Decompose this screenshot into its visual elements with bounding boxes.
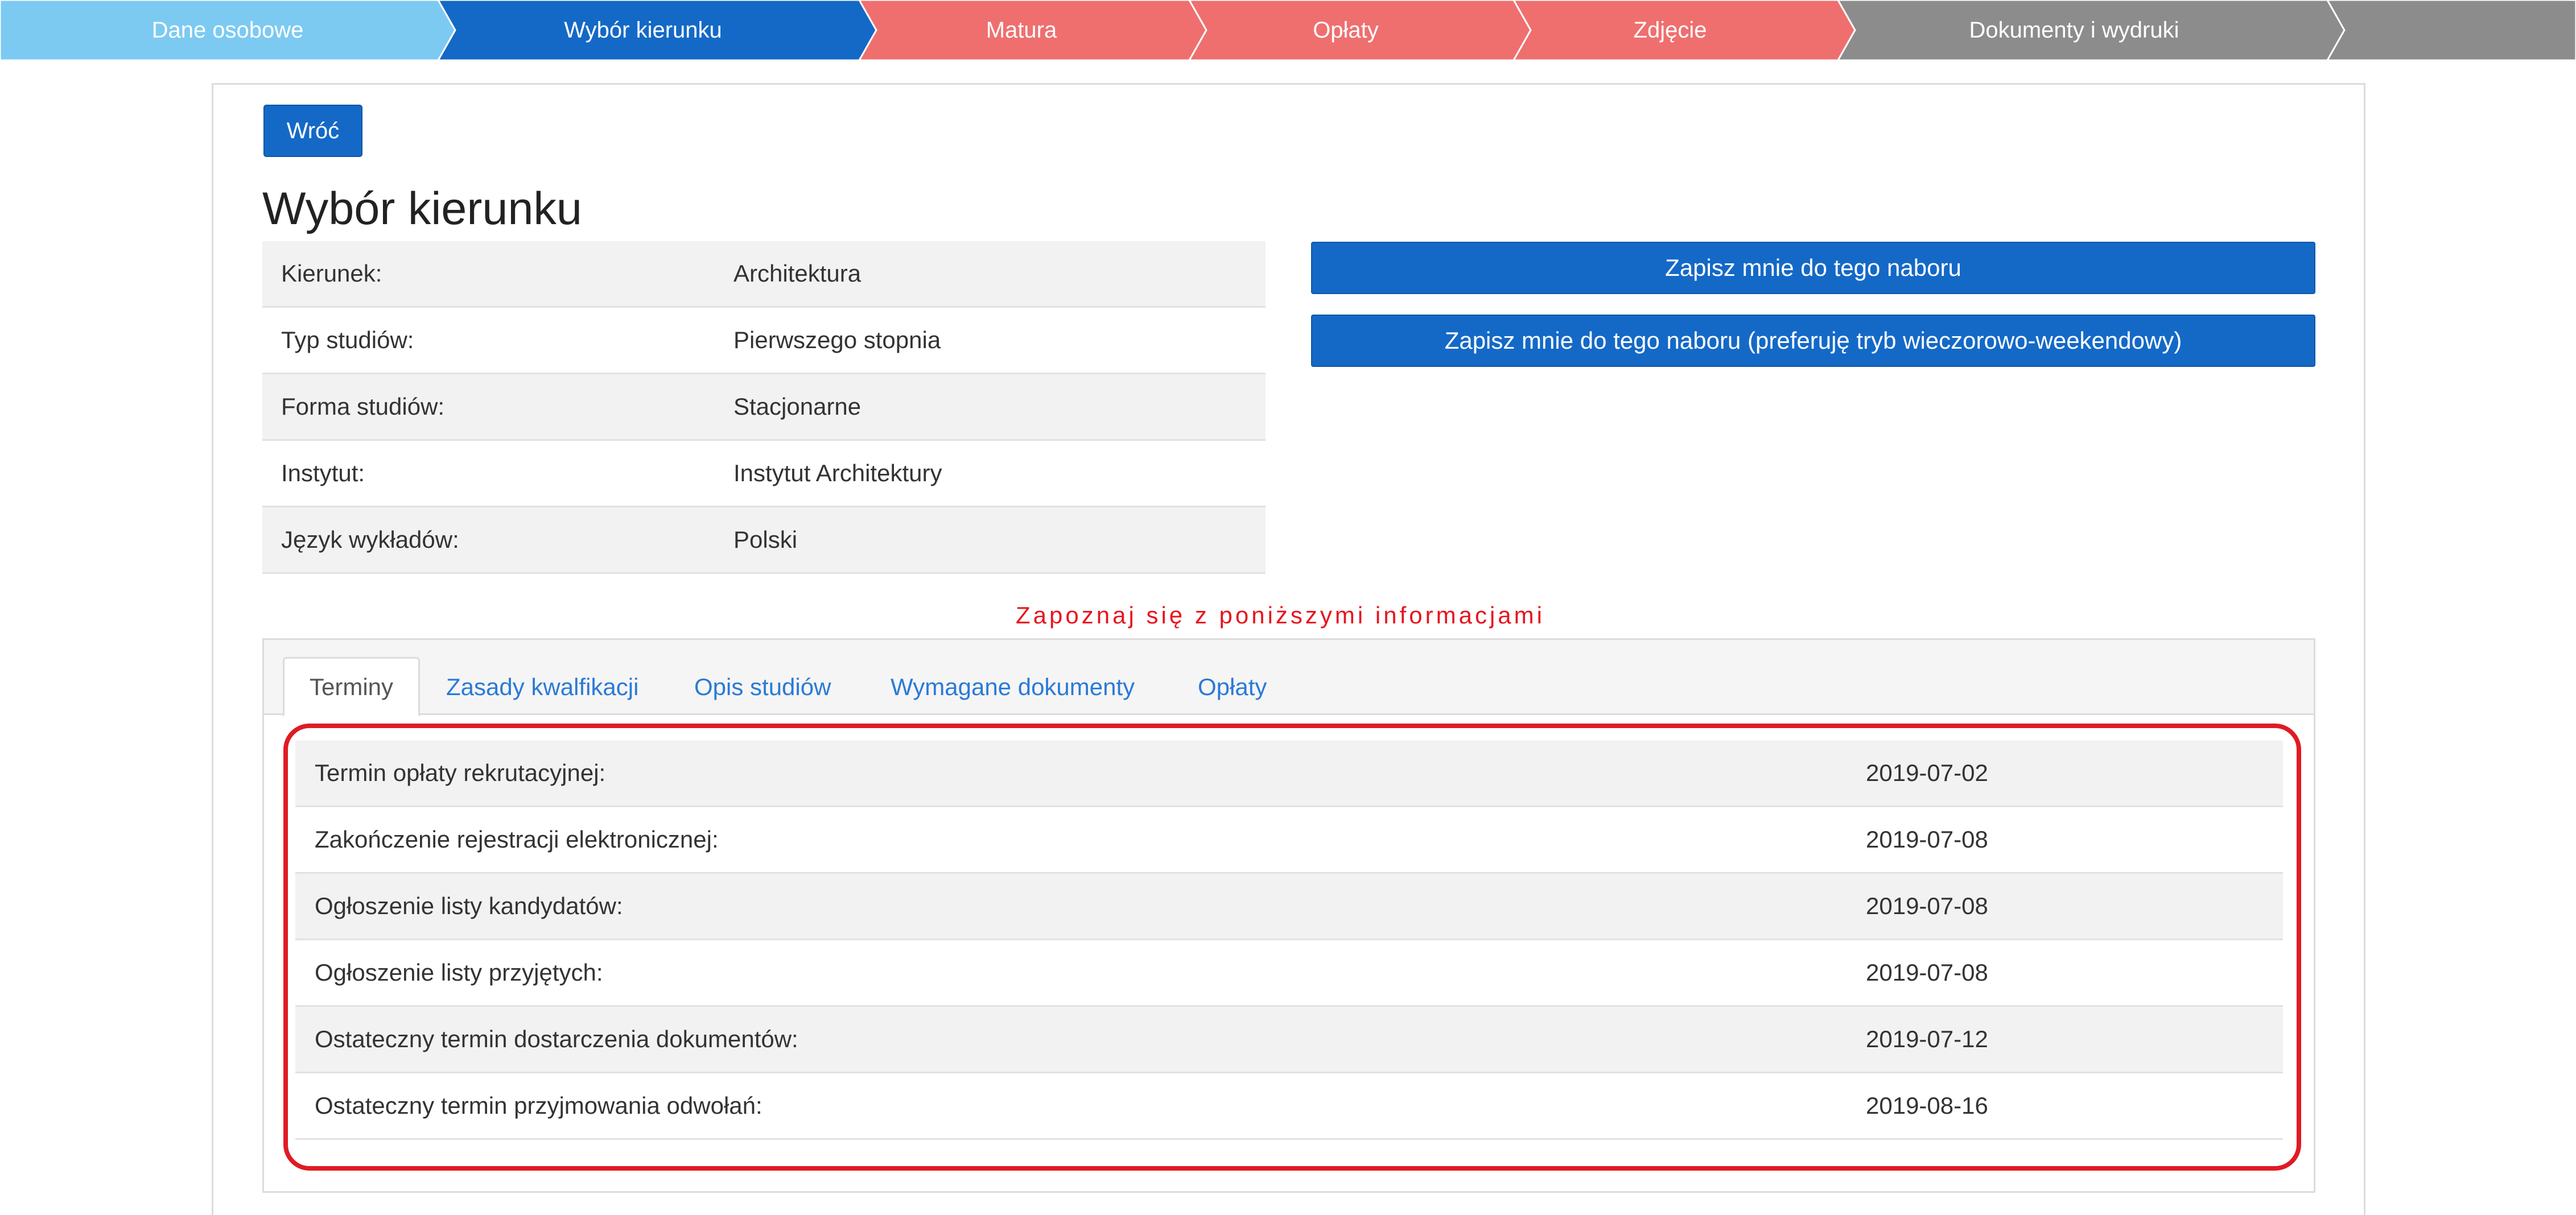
date-value: 2019-07-08 bbox=[1866, 892, 1988, 919]
date-value: 2019-07-02 bbox=[1866, 759, 1988, 786]
info-key: Instytut: bbox=[281, 460, 365, 486]
info-key: Kierunek: bbox=[281, 260, 382, 287]
info-value: Architektura bbox=[733, 260, 862, 287]
info-row-course: Kierunek: Architektura bbox=[262, 241, 1266, 308]
date-label: Ostateczny termin dostarczenia dokumentó… bbox=[315, 1026, 798, 1052]
back-button[interactable]: Wróć bbox=[263, 105, 362, 157]
date-label: Ostateczny termin przyjmowania odwołań: bbox=[315, 1092, 763, 1119]
info-value: Polski bbox=[733, 526, 798, 553]
tabs-card: Terminy Zasady kwalfikacji Opis studiów … bbox=[262, 638, 2315, 1193]
info-key: Typ studiów: bbox=[281, 327, 414, 353]
table-row: Zakończenie rejestracji elektronicznej: … bbox=[295, 807, 2283, 874]
step-extra[interactable] bbox=[2333, 0, 2576, 60]
dates-table: Termin opłaty rekrutacyjnej: 2019-07-02 … bbox=[295, 741, 2283, 1140]
table-row: Ostateczny termin dostarczenia dokumentó… bbox=[295, 1007, 2283, 1073]
tab-bar: Terminy Zasady kwalfikacji Opis studiów … bbox=[264, 640, 2314, 717]
table-row: Termin opłaty rekrutacyjnej: 2019-07-02 bbox=[295, 741, 2283, 807]
step-personal-data[interactable]: Dane osobowe bbox=[0, 0, 455, 60]
step-matura[interactable]: Matura bbox=[865, 0, 1178, 60]
info-row-study-type: Typ studiów: Pierwszego stopnia bbox=[262, 308, 1266, 374]
page-title: Wybór kierunku bbox=[262, 183, 582, 234]
info-row-study-form: Forma studiów: Stacjonarne bbox=[262, 374, 1266, 441]
date-value: 2019-07-08 bbox=[1866, 826, 1988, 853]
progress-steps: Dane osobowe Wybór kierunku Matura Opłat… bbox=[0, 0, 2576, 60]
date-value: 2019-07-08 bbox=[1866, 959, 1988, 986]
date-value: 2019-07-12 bbox=[1866, 1026, 1988, 1052]
enroll-button[interactable]: Zapisz mnie do tego naboru bbox=[1311, 242, 2315, 294]
tab-terminy[interactable]: Terminy bbox=[283, 657, 420, 717]
table-row: Ogłoszenie listy kandydatów: 2019-07-08 bbox=[295, 874, 2283, 940]
date-label: Termin opłaty rekrutacyjnej: bbox=[315, 759, 606, 786]
tab-opis-studiow[interactable]: Opis studiów bbox=[694, 657, 831, 717]
date-label: Ogłoszenie listy kandydatów: bbox=[315, 892, 623, 919]
notice-text: Zapoznaj się z poniższymi informacjami bbox=[1016, 602, 1545, 629]
info-key: Język wykładów: bbox=[281, 526, 459, 553]
step-fees[interactable]: Opłaty bbox=[1192, 0, 1499, 60]
info-value: Pierwszego stopnia bbox=[733, 327, 941, 353]
enroll-evening-button[interactable]: Zapisz mnie do tego naboru (preferuję tr… bbox=[1311, 315, 2315, 367]
info-value: Stacjonarne bbox=[733, 393, 862, 420]
date-label: Zakończenie rejestracji elektronicznej: bbox=[315, 826, 719, 853]
tab-oplaty[interactable]: Opłaty bbox=[1198, 657, 1267, 717]
info-value: Instytut Architektury bbox=[733, 460, 942, 486]
tab-wymagane-dokumenty[interactable]: Wymagane dokumenty bbox=[891, 657, 1135, 717]
date-label: Ogłoszenie listy przyjętych: bbox=[315, 959, 603, 986]
table-row: Ostateczny termin przyjmowania odwołań: … bbox=[295, 1073, 2283, 1140]
step-documents[interactable]: Dokumenty i wydruki bbox=[1841, 0, 2307, 60]
date-value: 2019-08-16 bbox=[1866, 1092, 1988, 1119]
table-row: Ogłoszenie listy przyjętych: 2019-07-08 bbox=[295, 940, 2283, 1007]
info-row-language: Język wykładów: Polski bbox=[262, 507, 1266, 574]
info-key: Forma studiów: bbox=[281, 393, 445, 420]
step-photo[interactable]: Zdjęcie bbox=[1519, 0, 1821, 60]
tab-zasady-kwalifikacji[interactable]: Zasady kwalfikacji bbox=[446, 657, 638, 717]
info-row-institute: Instytut: Instytut Architektury bbox=[262, 441, 1266, 507]
step-course-choice[interactable]: Wybór kierunku bbox=[444, 0, 842, 60]
course-info-table: Kierunek: Architektura Typ studiów: Pier… bbox=[262, 241, 1266, 574]
